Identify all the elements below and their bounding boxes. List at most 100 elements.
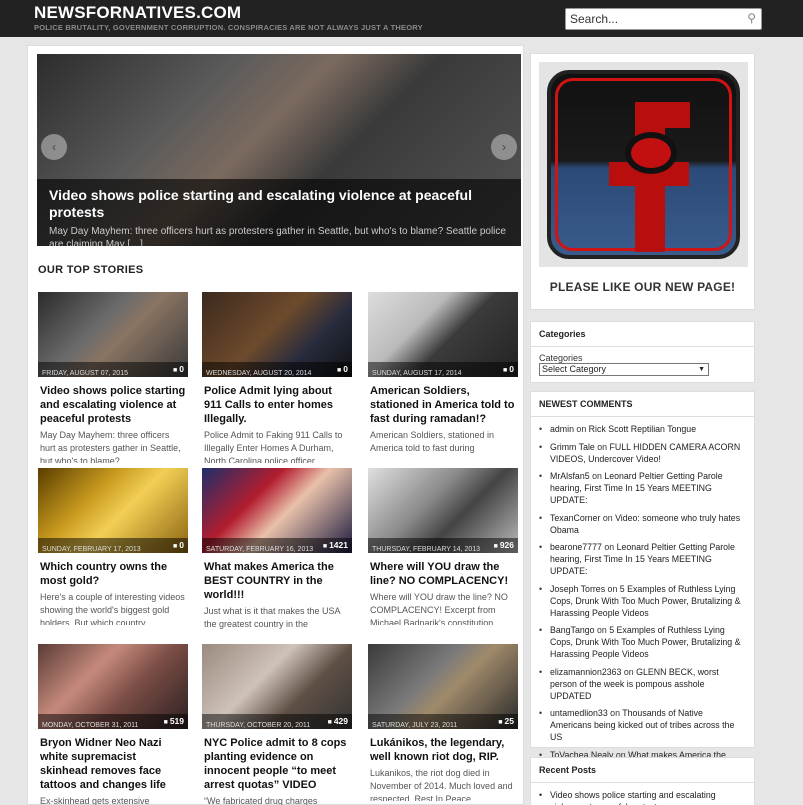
story-card[interactable]: THURSDAY, FEBRUARY 14, 2013 ■ 926 Where wil…	[368, 468, 518, 625]
comment-on-text: on	[602, 512, 613, 523]
recent-posts-list: • Video shows police starting and escalat…	[531, 783, 754, 805]
recent-post-link[interactable]: Video shows police starting and escalati…	[550, 790, 716, 805]
comment-author[interactable]: untamedlion33	[550, 708, 608, 718]
story-title[interactable]: What makes America the BEST COUNTRY in t…	[202, 560, 352, 602]
story-date: THURSDAY, FEBRUARY 14, 2013	[372, 546, 481, 553]
story-excerpt: May Day Mayhem: three officers hurt as p…	[40, 430, 181, 463]
main-content: ‹ › Video shows police starting and esca…	[27, 45, 524, 805]
story-title[interactable]: Bryon Widner Neo Nazi white supremacist …	[38, 736, 188, 792]
story-excerpt: Lukanikos, the riot dog died in November…	[370, 768, 513, 801]
story-title[interactable]: Which country owns the most gold?	[38, 560, 188, 588]
story-card[interactable]: SUNDAY, FEBRUARY 17, 2013 ■ 0 Which country…	[38, 468, 188, 625]
story-thumbnail[interactable]: SUNDAY, FEBRUARY 17, 2013 ■ 0	[38, 468, 188, 553]
comment-author[interactable]: admin	[550, 424, 574, 434]
slider-excerpt: May Day Mayhem: three officers hurt as p…	[49, 226, 506, 246]
comment-author[interactable]: Grimm Tale	[550, 442, 595, 452]
thumbnail-meta: THURSDAY, FEBRUARY 14, 2013 ■ 926	[368, 538, 518, 553]
story-date: FRIDAY, AUGUST 07, 2015	[42, 370, 128, 377]
widget-title: NEWEST COMMENTS	[531, 392, 754, 417]
thumbnail-meta: THURSDAY, OCTOBER 20, 2011 ■ 429	[202, 714, 352, 729]
bullet-icon: •	[539, 790, 543, 800]
story-date: THURSDAY, OCTOBER 20, 2011	[206, 722, 311, 729]
story-title[interactable]: Police Admit lying about 911 Calls to en…	[202, 384, 352, 426]
comment-count: ■ 0	[173, 362, 184, 377]
comment-item: • elizamannion2363 on GLENN BECK, worst p…	[539, 666, 746, 702]
story-excerpt: Ex-skinhead gets extensive	[40, 796, 150, 805]
site-title[interactable]: NEWSFORNATIVES.COM	[34, 3, 241, 23]
comment-post-link[interactable]: Rick Scott Reptilian Tongue	[589, 424, 696, 434]
story-card[interactable]: MONDAY, OCTOBER 31, 2011 ■ 519 Bryon Widner…	[38, 644, 188, 805]
story-date: SATURDAY, JULY 23, 2011	[372, 722, 458, 729]
slider-title[interactable]: Video shows police starting and escalati…	[49, 187, 509, 221]
story-date: MONDAY, OCTOBER 31, 2011	[42, 722, 139, 729]
comment-author[interactable]: BangTango	[550, 625, 595, 635]
comment-count-value: 429	[333, 716, 348, 726]
story-title[interactable]: Lukánikos, the legendary, well known rio…	[368, 736, 518, 764]
story-thumbnail[interactable]: SATURDAY, FEBRUARY 16, 2013 ■ 1421	[202, 468, 352, 553]
comment-count: ■ 926	[494, 538, 514, 553]
comment-author[interactable]: elizamannion2363	[550, 667, 621, 677]
widget-title: Recent Posts	[531, 758, 754, 783]
search-input[interactable]	[566, 9, 736, 29]
site-tagline: POLICE BRUTALITY, GOVERNMENT CORRUPTION.…	[34, 23, 423, 32]
comment-item: • TexanCorner on Video: someone who truly…	[539, 512, 746, 536]
comment-author[interactable]: TexanCorner	[550, 513, 600, 523]
promo-logo-image[interactable]	[539, 62, 748, 267]
comment-on-text: on	[607, 583, 618, 594]
comment-icon: ■	[173, 367, 178, 374]
comment-item: • bearone7777 on Leonard Peltier Getting …	[539, 541, 746, 577]
story-card[interactable]: SATURDAY, JULY 23, 2011 ■ 25 Lukánikos, the…	[368, 644, 518, 801]
category-select[interactable]: Select Category ▼	[539, 363, 709, 376]
story-thumbnail[interactable]: THURSDAY, FEBRUARY 14, 2013 ■ 926	[368, 468, 518, 553]
comment-count: ■ 0	[503, 362, 514, 377]
bullet-icon: •	[539, 512, 543, 523]
bullet-icon: •	[539, 424, 543, 434]
comment-item: • Grimm Tale on FULL HIDDEN CAMERA ACORN …	[539, 441, 746, 465]
story-thumbnail[interactable]: FRIDAY, AUGUST 07, 2015 ■ 0	[38, 292, 188, 377]
story-card[interactable]: SUNDAY, AUGUST 17, 2014 ■ 0 American Soldie…	[368, 292, 518, 463]
featured-slider[interactable]: ‹ › Video shows police starting and esca…	[37, 54, 521, 246]
slider-prev-button[interactable]: ‹	[41, 134, 67, 160]
story-title[interactable]: NYC Police admit to 8 cops planting evid…	[202, 736, 352, 792]
comment-on-text: on	[610, 708, 620, 718]
thumbnail-meta: SATURDAY, FEBRUARY 16, 2013 ■ 1421	[202, 538, 352, 553]
story-thumbnail[interactable]: THURSDAY, OCTOBER 20, 2011 ■ 429	[202, 644, 352, 729]
comment-author[interactable]: MrAlsfan5	[550, 471, 590, 481]
slider-next-button[interactable]: ›	[491, 134, 517, 160]
story-thumbnail[interactable]: WEDNESDAY, AUGUST 20, 2014 ■ 0	[202, 292, 352, 377]
comment-icon: ■	[173, 543, 178, 550]
story-card[interactable]: FRIDAY, AUGUST 07, 2015 ■ 0 Video shows pol…	[38, 292, 188, 463]
comment-icon: ■	[498, 719, 503, 726]
story-card[interactable]: WEDNESDAY, AUGUST 20, 2014 ■ 0 Police Admit…	[202, 292, 352, 463]
comment-icon: ■	[322, 543, 328, 550]
story-thumbnail[interactable]: SUNDAY, AUGUST 17, 2014 ■ 0	[368, 292, 518, 377]
comment-author[interactable]: Joseph Torres	[550, 584, 605, 594]
bullet-icon: •	[539, 441, 543, 452]
comment-icon: ■	[493, 543, 498, 550]
promo-text[interactable]: PLEASE LIKE OUR NEW PAGE!	[531, 280, 754, 294]
story-title[interactable]: Where will YOU draw the line? NO COMPLAC…	[368, 560, 518, 588]
comment-count: ■ 0	[173, 538, 184, 553]
chevron-down-icon: ▼	[698, 366, 705, 373]
comment-item: • untamedlion33 on Thousands of Native Am…	[539, 707, 746, 743]
search-icon[interactable]: ⚲	[747, 11, 756, 25]
widget-title: Categories	[531, 322, 754, 347]
categories-label: Categories	[539, 353, 583, 363]
comment-count-value: 0	[343, 364, 348, 374]
comment-count: ■ 429	[328, 714, 348, 729]
comment-author[interactable]: bearone7777	[550, 542, 602, 552]
comment-on-text: on	[597, 441, 608, 452]
story-card[interactable]: THURSDAY, OCTOBER 20, 2011 ■ 429 NYC Police…	[202, 644, 352, 805]
slider-caption: Video shows police starting and escalati…	[37, 179, 521, 246]
story-thumbnail[interactable]: SATURDAY, JULY 23, 2011 ■ 25	[368, 644, 518, 729]
story-title[interactable]: Video shows police starting and escalati…	[38, 384, 188, 426]
thumbnail-meta: WEDNESDAY, AUGUST 20, 2014 ■ 0	[202, 362, 352, 377]
bullet-icon: •	[539, 666, 543, 677]
story-title[interactable]: American Soldiers, stationed in America …	[368, 384, 518, 426]
categories-widget: Categories Categories Select Category ▼	[530, 321, 755, 383]
comment-count-value: 0	[509, 364, 514, 374]
story-card[interactable]: SATURDAY, FEBRUARY 16, 2013 ■ 1421 What mak…	[202, 468, 352, 639]
recent-post-item: • Video shows police starting and escalat…	[539, 789, 746, 805]
story-thumbnail[interactable]: MONDAY, OCTOBER 31, 2011 ■ 519	[38, 644, 188, 729]
comment-item: • admin on Rick Scott Reptilian Tongue	[539, 423, 746, 435]
